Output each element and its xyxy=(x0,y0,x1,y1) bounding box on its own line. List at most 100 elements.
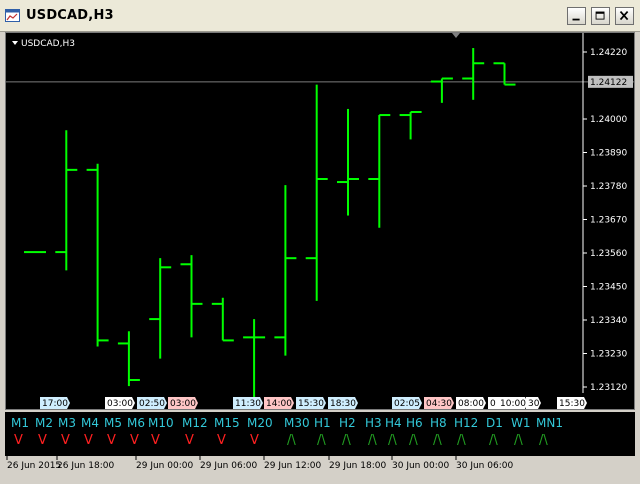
session-tag-label: 18:30 xyxy=(330,399,356,409)
price-tick-label: 1.24220 xyxy=(590,48,627,58)
up-arrow-icon: /\ xyxy=(317,433,326,448)
time-axis: 26 Jun 2015 26 Jun 18:00 29 Jun 00:00 29 Ju… xyxy=(0,456,640,480)
session-tag-label: 03:00 xyxy=(170,399,196,409)
timeframe-item[interactable]: H12 /\ xyxy=(454,416,478,448)
timeframe-item[interactable]: H2 /\ xyxy=(339,416,356,448)
ohlc-bar xyxy=(117,331,140,387)
close-button[interactable] xyxy=(615,7,634,25)
current-price-tag: 1.24122 xyxy=(588,75,633,88)
down-arrow-icon: V xyxy=(14,433,23,448)
timeframe-label: H8 xyxy=(430,416,447,430)
timeframe-label: M4 xyxy=(81,416,99,430)
price-tick-label: 1.23450 xyxy=(590,283,627,293)
timeframe-label: H1 xyxy=(314,416,331,430)
session-tag: 04:30 xyxy=(424,397,454,409)
timeframe-label: H12 xyxy=(454,416,478,430)
session-tag: 18:30 xyxy=(328,397,358,409)
down-arrow-icon: V xyxy=(84,433,93,448)
ohlc-bar xyxy=(305,84,328,301)
timeframe-item[interactable]: M12 V xyxy=(182,416,208,448)
up-arrow-icon: /\ xyxy=(368,433,377,448)
timeframe-item[interactable]: M4 V xyxy=(81,416,99,448)
up-arrow-icon: /\ xyxy=(342,433,351,448)
timeframe-label: W1 xyxy=(511,416,531,430)
down-arrow-icon: V xyxy=(250,433,259,448)
timeframe-panel: M1 V M2 V M3 V M4 V M5 V M6 V M10 V M12 V M15 V M20 V M30/\ H… xyxy=(5,412,635,456)
price-tick-label: 1.23560 xyxy=(590,249,627,259)
up-arrow-icon: /\ xyxy=(433,433,442,448)
time-tick-label: 29 Jun 12:00 xyxy=(264,461,321,471)
ohlc-bar xyxy=(462,48,485,100)
timeframe-item[interactable]: H8 /\ xyxy=(430,416,447,448)
up-arrow-icon: /\ xyxy=(489,433,498,448)
timeframe-item[interactable]: M20 V xyxy=(247,416,273,448)
timeframe-item[interactable]: M1 V xyxy=(11,416,29,448)
timeframe-item[interactable]: M30 /\ xyxy=(284,416,310,448)
chart-symbol-text: USDCAD,H3 xyxy=(21,39,75,49)
chart-app-icon xyxy=(5,9,20,22)
session-label-row: 17:00 03:00 02:50 03:00 11:30 14:00 15:30 18:30… xyxy=(40,397,587,409)
timeframe-label: M10 xyxy=(148,416,174,430)
timeframe-item[interactable]: H1 /\ xyxy=(314,416,331,448)
session-tag-label: 08:00 xyxy=(458,399,484,409)
down-arrow-icon: V xyxy=(217,433,226,448)
up-arrow-icon: /\ xyxy=(539,433,548,448)
session-tag: 30 xyxy=(526,397,541,409)
timeframe-label: M6 xyxy=(127,416,145,430)
timeframe-label: MN1 xyxy=(536,416,563,430)
up-arrow-icon: /\ xyxy=(287,433,296,448)
timeframe-item[interactable]: M5 V xyxy=(104,416,122,448)
symbol-label: USDCAD,H3 xyxy=(12,39,75,49)
session-tag: 17:00 xyxy=(40,397,70,409)
session-tag-label: 15:30 xyxy=(298,399,324,409)
chart-canvas[interactable]: 1.24220 1.24000 1.23890 1.23780 1.23670 1.235… xyxy=(6,33,634,409)
price-tick-label: 1.24000 xyxy=(590,115,627,125)
timeframe-item[interactable]: M15 V xyxy=(214,416,240,448)
session-tag: 02:05 xyxy=(392,397,422,409)
timeframe-label: M30 xyxy=(284,416,310,430)
timeframe-label: H6 xyxy=(406,416,423,430)
timeframe-item[interactable]: H3 /\ xyxy=(365,416,382,448)
price-tick-label: 1.23230 xyxy=(590,350,627,360)
session-tag-label: 11:30 xyxy=(235,399,261,409)
ohlc-bar xyxy=(211,297,234,342)
session-tag: 08:00 xyxy=(456,397,486,409)
timeframe-label: H2 xyxy=(339,416,356,430)
minimize-button[interactable] xyxy=(567,7,586,25)
price-chart[interactable]: 1.24220 1.24000 1.23890 1.23780 1.23670 1.235… xyxy=(5,32,635,410)
time-tick-label: 30 Jun 00:00 xyxy=(392,461,449,471)
down-arrow-icon: V xyxy=(61,433,70,448)
timeframe-item[interactable]: H4 /\ xyxy=(385,416,402,448)
shift-marker-icon[interactable] xyxy=(452,33,460,38)
price-tick-label: 1.23120 xyxy=(590,383,627,393)
up-arrow-icon: /\ xyxy=(457,433,466,448)
down-arrow-icon: V xyxy=(151,433,160,448)
time-tick-label: 29 Jun 06:00 xyxy=(200,461,257,471)
time-tick-label: 26 Jun 18:00 xyxy=(57,461,114,471)
price-tick-label: 1.23340 xyxy=(590,316,627,326)
session-tag-label: 10:00 xyxy=(500,399,526,409)
price-tick-label: 1.23670 xyxy=(590,216,627,226)
timeframe-item[interactable]: M2 V xyxy=(35,416,53,448)
timeframe-item[interactable]: M3 V xyxy=(58,416,76,448)
timeframe-item[interactable]: M6 V xyxy=(127,416,145,448)
window-title: USDCAD,H3 xyxy=(26,8,114,23)
session-tag-label: 0 xyxy=(490,399,496,409)
maximize-icon xyxy=(595,11,605,20)
timeframe-label: M2 xyxy=(35,416,53,430)
timeframe-item[interactable]: D1 /\ xyxy=(486,416,503,448)
session-tag: 10:00 xyxy=(498,397,528,409)
maximize-button[interactable] xyxy=(591,7,610,25)
session-tag: 15:30 xyxy=(557,397,587,409)
session-tag: 14:00 xyxy=(264,397,294,409)
timeframe-item[interactable]: MN1 /\ xyxy=(536,416,563,448)
down-arrow-icon: V xyxy=(38,433,47,448)
time-tick-label: 29 Jun 00:00 xyxy=(136,461,193,471)
timeframe-label: M3 xyxy=(58,416,76,430)
session-tag-label: 15:30 xyxy=(559,399,585,409)
timeframe-item[interactable]: M10 V xyxy=(148,416,174,448)
timeframe-item[interactable]: W1 /\ xyxy=(511,416,531,448)
close-icon xyxy=(619,10,629,21)
session-tag-label: 30 xyxy=(528,399,540,409)
timeframe-item[interactable]: H6 /\ xyxy=(406,416,423,448)
